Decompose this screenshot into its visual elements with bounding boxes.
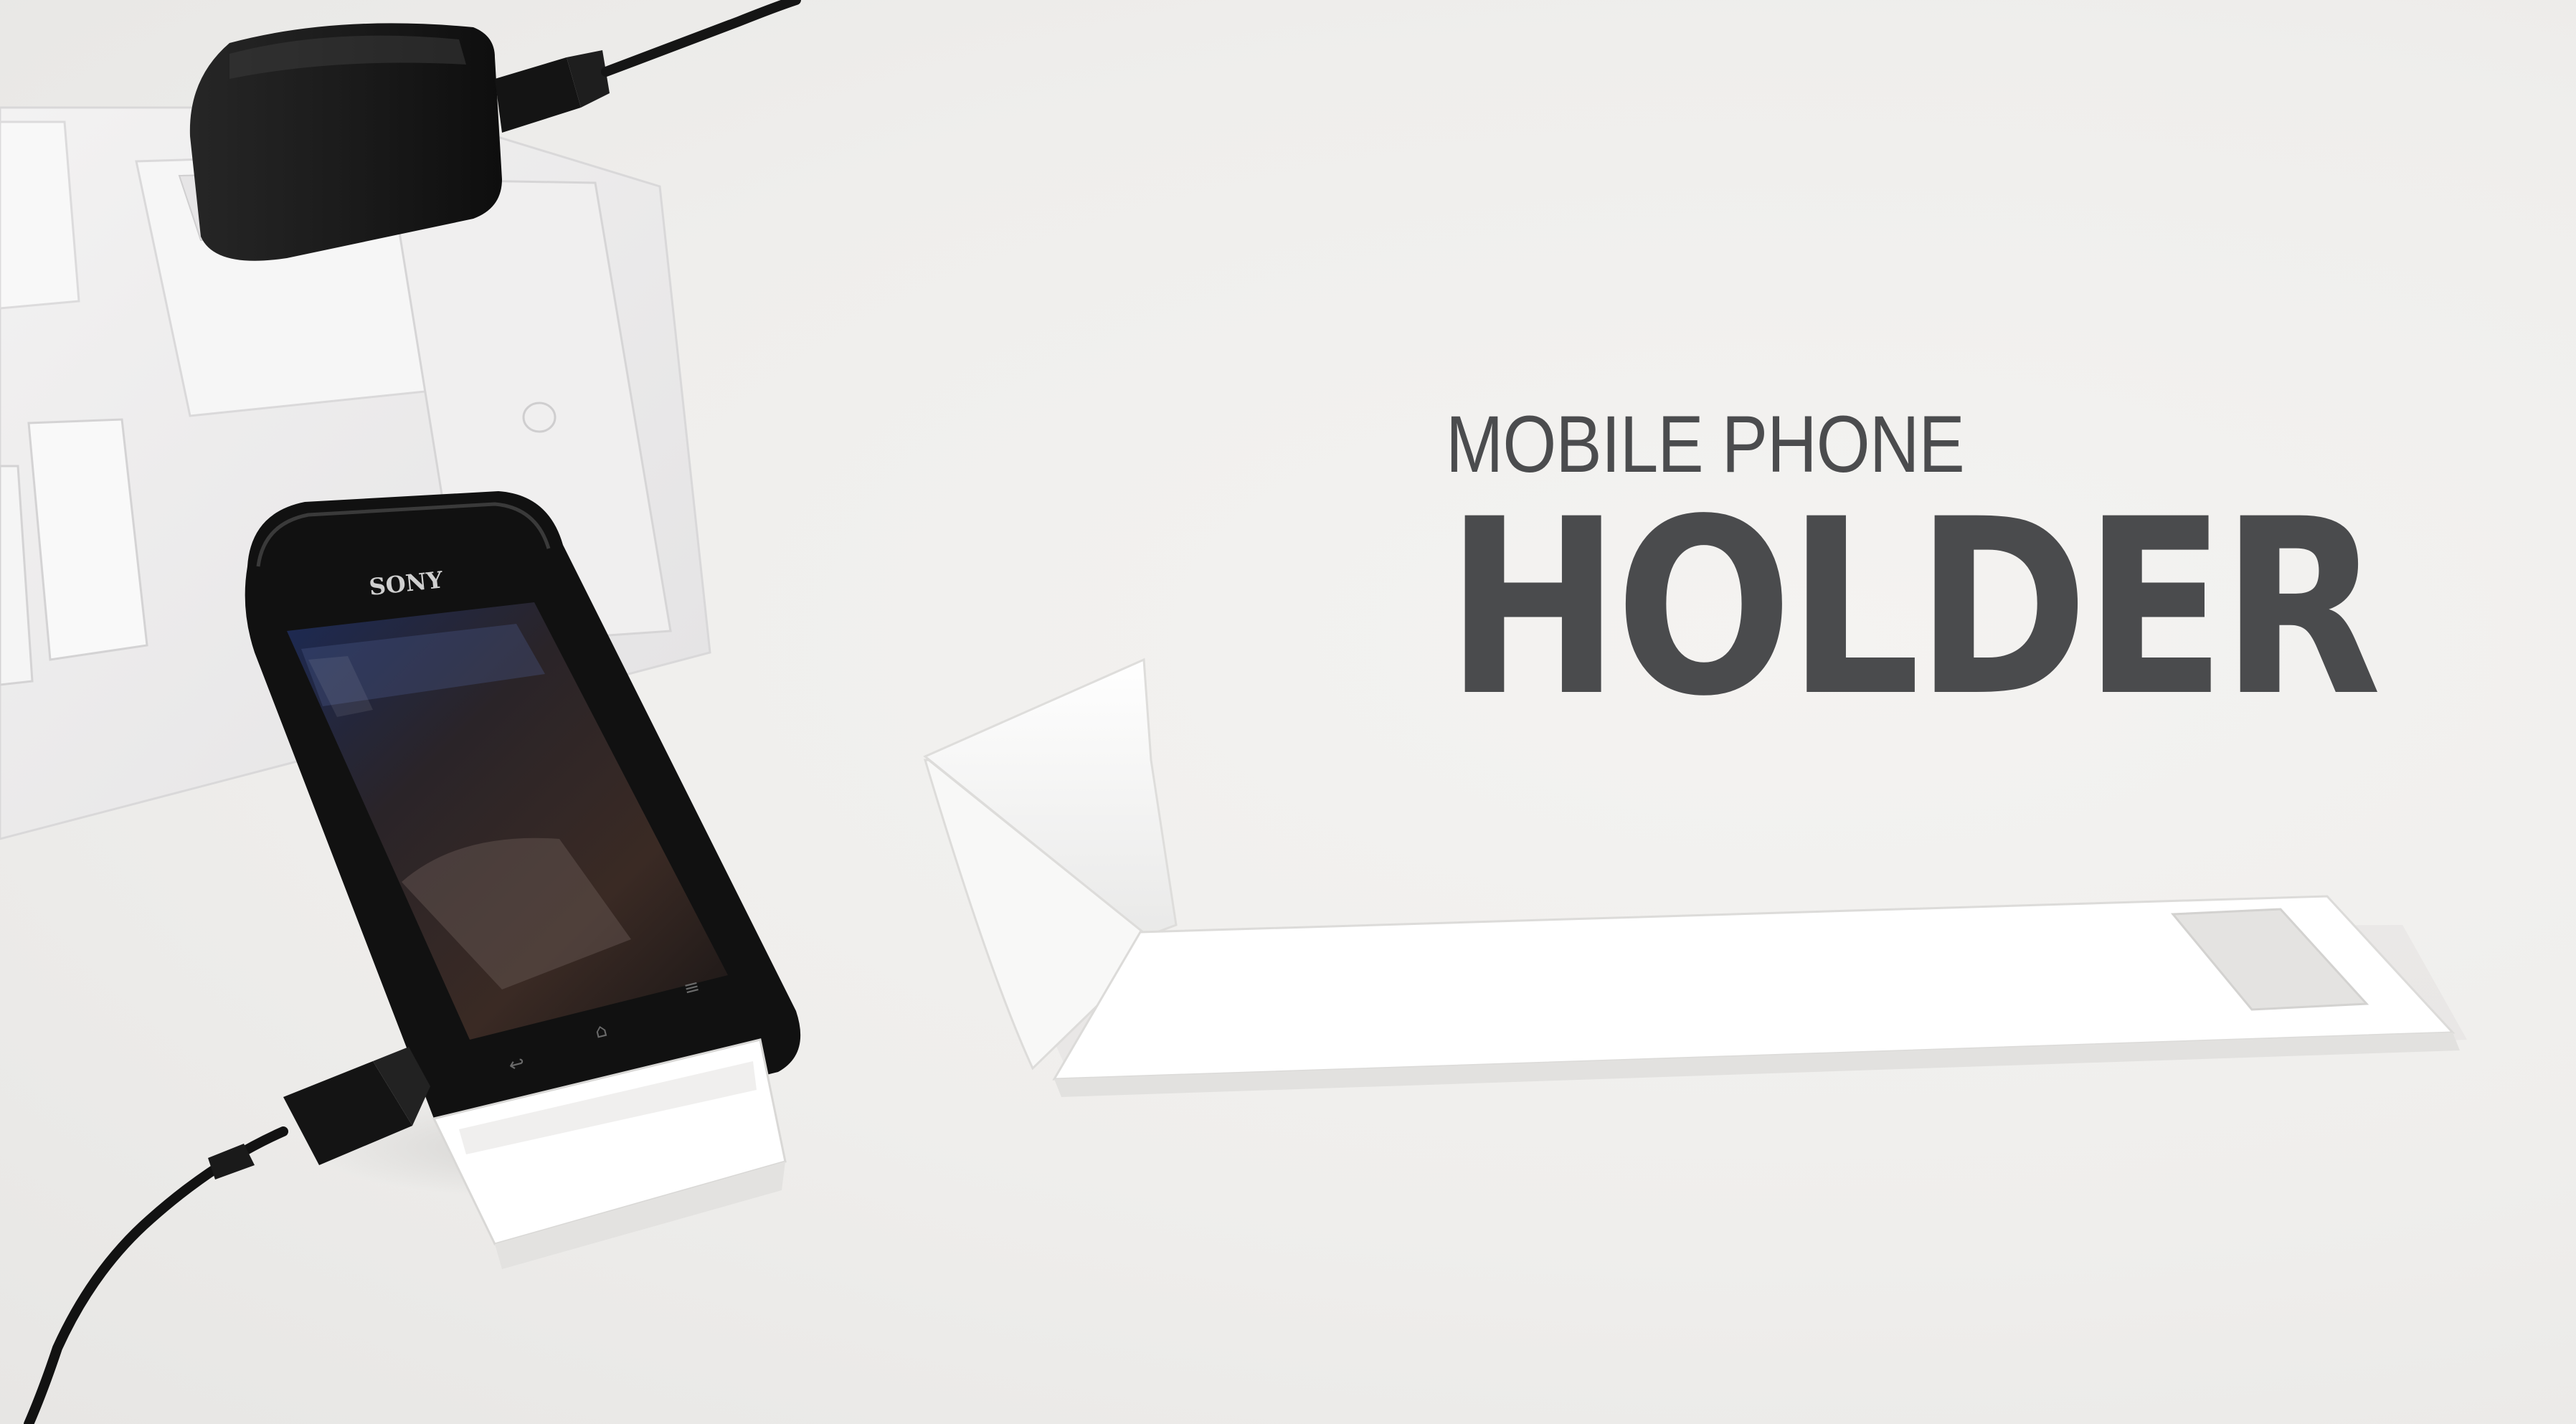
photo-canvas: ↩ ⌂ ≡ SONY MOBILE PHONE HOLDER (0, 0, 2576, 1424)
smartphone: ↩ ⌂ ≡ (245, 491, 801, 1143)
title-line-2: HOLDER (1446, 467, 2382, 749)
title-block: MOBILE PHONE HOLDER (1446, 402, 2450, 749)
charger-cable (601, 0, 801, 77)
usb-cable (24, 1047, 430, 1424)
